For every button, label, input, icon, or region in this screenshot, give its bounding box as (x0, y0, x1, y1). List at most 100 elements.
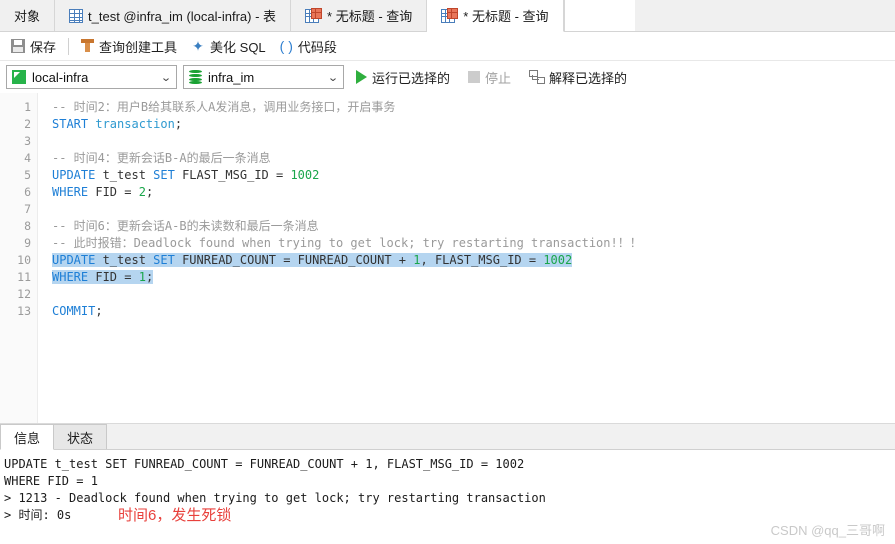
tab-query-1[interactable]: * 无标题 - 查询 (291, 0, 428, 31)
code-line[interactable] (52, 201, 895, 218)
code-token: UPDATE (52, 168, 96, 182)
code-token: -- 时间6：更新会话A-B的未读数和最后一条消息 (52, 219, 319, 233)
tab-status-label: 状态 (67, 430, 94, 446)
save-label: 保存 (30, 39, 57, 55)
code-token: , FLAST_MSG_ID = (420, 253, 544, 267)
editor-tab-bar: 对象 t_test @infra_im (local-infra) - 表 * … (0, 0, 895, 32)
stop-label: 停止 (485, 70, 512, 86)
tab-object-label: 对象 (14, 9, 41, 24)
tab-status[interactable]: 状态 (54, 424, 108, 449)
code-token: WHERE (52, 270, 89, 284)
sql-editor[interactable]: 1 2 3 4 5 6 7 8 9 10 11 12 13 -- 时间2：用户B给其联系人A发消息，调用… (0, 93, 895, 424)
sparkle-icon: ✦ (192, 38, 204, 54)
query-toolbar: 保存 查询创建工具 ✦ 美化 SQL ( ) 代码段 (0, 32, 895, 61)
line-number: 8 (24, 219, 31, 233)
code-token: t_test (95, 168, 154, 182)
tab-bar-end-spacer (563, 0, 635, 31)
line-number: 9 (24, 236, 31, 250)
code-line[interactable]: UPDATE t_test SET FLAST_MSG_ID = 1002 (52, 167, 895, 184)
explain-selected-button[interactable]: 解释已选择的 (523, 65, 633, 90)
code-token: -- 时间2：用户B给其联系人A发消息，调用业务接口，开启事务 (52, 100, 396, 114)
output-line: WHERE FID = 1 (4, 474, 98, 488)
database-select[interactable]: infra_im ⌄ (183, 65, 344, 89)
code-token: ; (145, 185, 154, 199)
code-line[interactable]: COMMIT; (52, 303, 895, 320)
tab-table-t-test-label: t_test @infra_im (local-infra) - 表 (88, 9, 277, 24)
code-token: FID = (88, 185, 139, 199)
line-number-gutter: 1 2 3 4 5 6 7 8 9 10 11 12 13 (0, 93, 38, 423)
toolbar-divider (68, 37, 70, 55)
code-token: ; (174, 117, 183, 131)
code-token: FID = (88, 270, 139, 284)
line-number: 6 (24, 185, 31, 199)
sql-code-area[interactable]: -- 时间2：用户B给其联系人A发消息，调用业务接口，开启事务 START tra… (38, 93, 895, 423)
result-tab-filler (107, 424, 895, 449)
stop-icon (468, 71, 481, 83)
line-number: 11 (17, 270, 31, 284)
code-token: FUNREAD_COUNT = FUNREAD_COUNT + (174, 253, 414, 267)
code-token: 2 (138, 185, 146, 199)
code-line[interactable]: -- 时间6：更新会话A-B的未读数和最后一条消息 (52, 218, 895, 235)
code-line[interactable]: START transaction; (52, 116, 895, 133)
code-token: 1 (138, 270, 146, 284)
code-line[interactable] (52, 286, 895, 303)
save-icon (11, 39, 25, 53)
database-value: infra_im (208, 69, 255, 85)
connection-select[interactable]: local-infra ⌄ (6, 65, 177, 89)
deadlock-annotation: 时间6，发生死锁 (118, 507, 232, 524)
result-panel: 信息 状态 UPDATE t_test SET FUNREAD_COUNT = … (0, 424, 895, 544)
query-grid-icon (441, 8, 459, 23)
parentheses-icon: ( ) (279, 38, 293, 54)
tab-table-t-test[interactable]: t_test @infra_im (local-infra) - 表 (55, 0, 292, 31)
code-token: 1 (413, 253, 421, 267)
code-line[interactable]: WHERE FID = 1; (52, 269, 895, 286)
code-token: ; (95, 304, 103, 318)
code-token: 1002 (290, 168, 320, 182)
code-line[interactable]: WHERE FID = 2; (52, 184, 895, 201)
watermark: CSDN @qq_三哥啊 (770, 523, 885, 538)
code-token: -- 时间4：更新会话B-A的最后一条消息 (52, 151, 271, 165)
tab-message[interactable]: 信息 (0, 424, 55, 450)
code-token: -- 此时报错：Deadlock found when trying to ge… (52, 236, 642, 250)
code-line[interactable]: -- 时间2：用户B给其联系人A发消息，调用业务接口，开启事务 (52, 99, 895, 116)
query-builder-label: 查询创建工具 (99, 39, 178, 55)
beautify-sql-label: 美化 SQL (210, 39, 266, 55)
play-icon (356, 70, 367, 84)
connection-bar: local-infra ⌄ infra_im ⌄ 运行已选择的 停止 解释已选择… (0, 61, 895, 93)
code-line[interactable]: -- 此时报错：Deadlock found when trying to ge… (52, 235, 895, 252)
code-line[interactable]: UPDATE t_test SET FUNREAD_COUNT = FUNREA… (52, 252, 895, 269)
save-button[interactable]: 保存 (4, 34, 63, 59)
code-token: 1002 (543, 253, 573, 267)
query-builder-button[interactable]: 查询创建工具 (74, 34, 184, 59)
output-line: UPDATE t_test SET FUNREAD_COUNT = FUNREA… (4, 457, 525, 471)
connection-icon (12, 70, 26, 84)
code-line[interactable] (52, 133, 895, 150)
line-number: 4 (24, 151, 31, 165)
navicat-query-window: 对象 t_test @infra_im (local-infra) - 表 * … (0, 0, 895, 544)
tab-query-2-label: * 无标题 - 查询 (463, 9, 549, 24)
code-token: WHERE (52, 185, 89, 199)
line-number: 1 (24, 100, 31, 114)
code-token: ; (145, 270, 154, 284)
explain-selected-label: 解释已选择的 (549, 70, 628, 86)
tab-query-2[interactable]: * 无标题 - 查询 (427, 0, 564, 32)
code-token: transaction (95, 117, 175, 131)
connection-value: local-infra (32, 69, 89, 85)
chevron-down-icon: ⌄ (327, 71, 339, 84)
stop-button: 停止 (462, 65, 517, 90)
run-selected-button[interactable]: 运行已选择的 (350, 65, 456, 90)
message-output: UPDATE t_test SET FUNREAD_COUNT = FUNREA… (0, 450, 895, 544)
beautify-sql-button[interactable]: ✦ 美化 SQL (184, 34, 273, 59)
chevron-down-icon: ⌄ (160, 71, 172, 84)
run-selected-label: 运行已选择的 (372, 70, 451, 86)
table-grid-icon (69, 8, 84, 23)
line-number: 13 (17, 304, 31, 318)
line-number: 2 (24, 117, 31, 131)
code-snippet-button[interactable]: ( ) 代码段 (273, 34, 344, 59)
explain-plan-icon (529, 70, 546, 84)
code-line[interactable]: -- 时间4：更新会话B-A的最后一条消息 (52, 150, 895, 167)
tab-object[interactable]: 对象 (0, 0, 56, 31)
code-snippet-label: 代码段 (297, 39, 337, 55)
line-number: 10 (17, 253, 31, 267)
tab-message-label: 信息 (14, 430, 41, 446)
